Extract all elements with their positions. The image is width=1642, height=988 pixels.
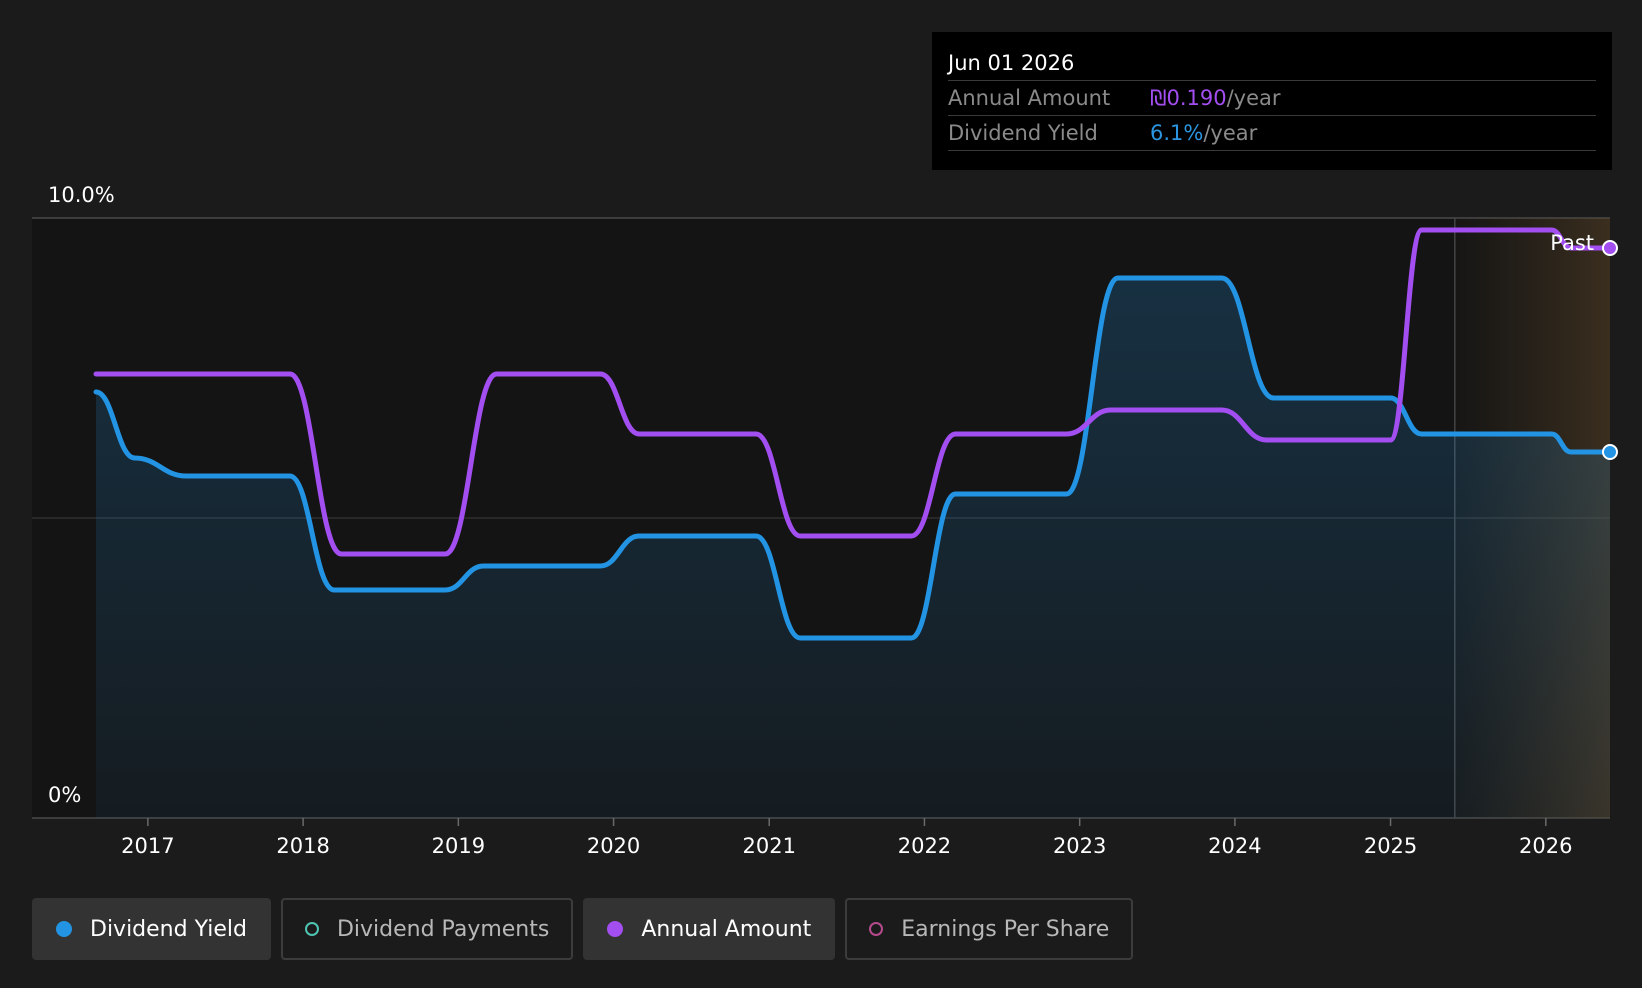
legend-earnings-per-share[interactable]: Earnings Per Share bbox=[845, 898, 1134, 960]
earnings-per-share-ring-icon bbox=[869, 922, 884, 936]
x-tick-label: 2024 bbox=[1208, 834, 1261, 858]
x-tick-label: 2026 bbox=[1519, 834, 1572, 858]
tooltip-unit: /year bbox=[1203, 121, 1258, 145]
legend-annual-amount[interactable]: Annual Amount bbox=[583, 898, 836, 960]
x-tick-label: 2020 bbox=[587, 834, 640, 858]
x-tick-label: 2025 bbox=[1364, 834, 1417, 858]
legend-dividend-yield[interactable]: Dividend Yield bbox=[32, 898, 271, 960]
y-label-top: 10.0% bbox=[48, 183, 115, 207]
tooltip-value: 6.1% bbox=[1150, 121, 1204, 145]
y-label-bottom: 0% bbox=[48, 783, 81, 807]
tooltip-unit: /year bbox=[1226, 86, 1281, 110]
x-tick-label: 2018 bbox=[276, 834, 329, 858]
dividend-payments-ring-icon bbox=[304, 922, 319, 936]
tooltip-row-annual-amount: Annual Amount ₪0.190 /year bbox=[948, 81, 1596, 116]
legend-label: Dividend Yield bbox=[90, 916, 247, 942]
dividend-yield-end-marker bbox=[1602, 444, 1618, 460]
tooltip-row-dividend-yield: Dividend Yield 6.1% /year bbox=[948, 116, 1596, 151]
tooltip-date: Jun 01 2026 bbox=[948, 46, 1596, 81]
x-tick-label: 2023 bbox=[1053, 834, 1106, 858]
x-tick-label: 2019 bbox=[432, 834, 485, 858]
tooltip-value: ₪0.190 bbox=[1150, 86, 1227, 110]
x-tick-label: 2022 bbox=[898, 834, 951, 858]
legend: Dividend Yield Dividend Payments Annual … bbox=[32, 898, 1143, 960]
annual-amount-end-marker bbox=[1602, 240, 1618, 256]
tooltip-label: Annual Amount bbox=[948, 86, 1111, 110]
past-label: Past bbox=[1550, 231, 1594, 255]
annual-amount-dot-icon bbox=[607, 921, 624, 937]
legend-label: Annual Amount bbox=[641, 916, 812, 942]
tooltip: Jun 01 2026 Annual Amount ₪0.190 /year D… bbox=[932, 32, 1612, 170]
legend-label: Dividend Payments bbox=[336, 916, 550, 942]
legend-dividend-payments[interactable]: Dividend Payments bbox=[280, 898, 574, 960]
dividend-yield-dot-icon bbox=[56, 921, 72, 937]
x-tick-label: 2021 bbox=[742, 834, 795, 858]
x-tick-label: 2017 bbox=[121, 834, 174, 858]
tooltip-label: Dividend Yield bbox=[948, 121, 1098, 145]
legend-label: Earnings Per Share bbox=[901, 916, 1110, 942]
